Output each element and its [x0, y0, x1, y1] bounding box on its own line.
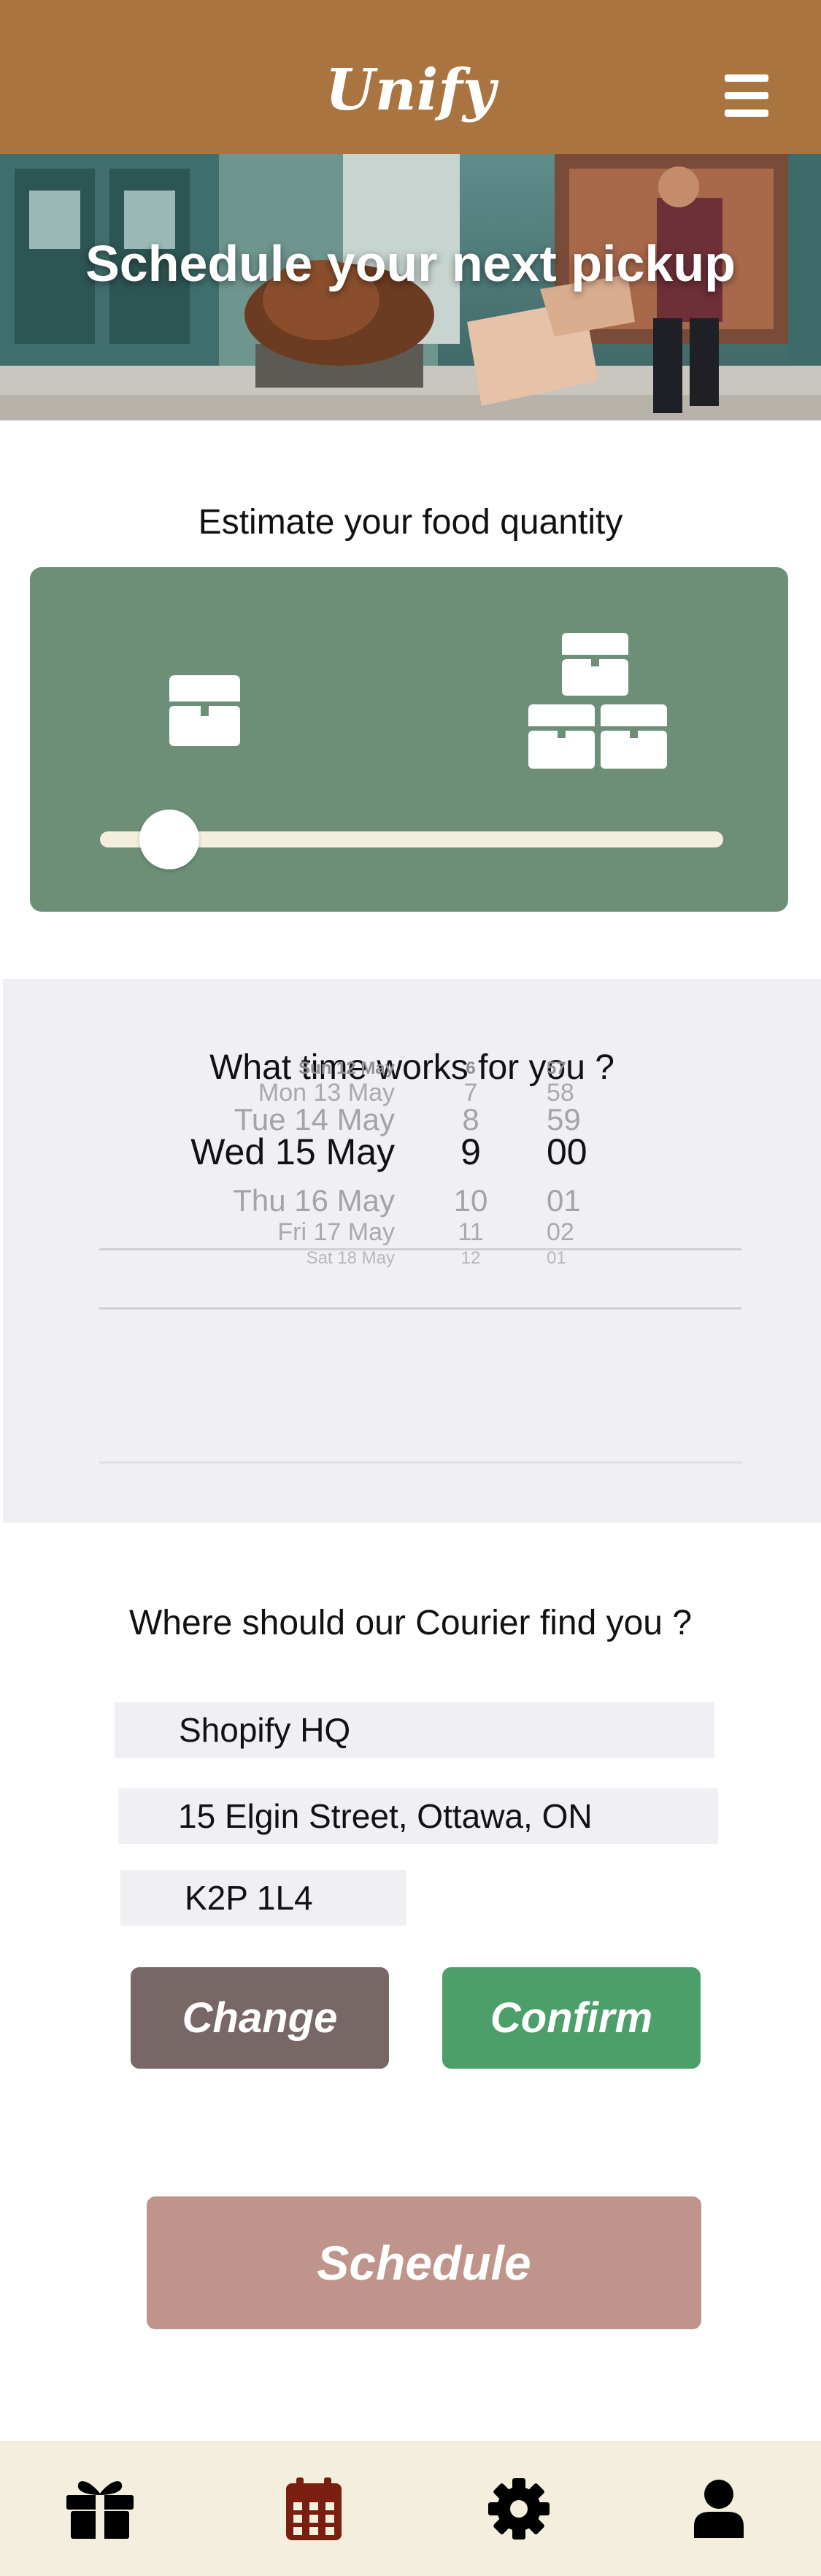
- bottom-tab-bar: [0, 2441, 821, 2576]
- hero-banner: Schedule your next pickup: [0, 154, 821, 420]
- gear-icon: [488, 2477, 550, 2540]
- picker-minute-6[interactable]: 01: [547, 1248, 634, 1269]
- app-header: Unify: [0, 0, 821, 154]
- address-street-field[interactable]: 15 Elgin Street, Ottawa, ON: [118, 1788, 718, 1844]
- picker-bottom-border: [99, 1461, 741, 1464]
- picker-hour-5[interactable]: 11: [423, 1218, 518, 1247]
- hamburger-menu-icon[interactable]: [725, 74, 768, 117]
- confirm-button[interactable]: Confirm: [442, 1967, 701, 2069]
- tab-settings[interactable]: [471, 2441, 566, 2576]
- multiple-boxes-icon: [528, 633, 667, 769]
- picker-hour-0[interactable]: 6: [423, 1058, 518, 1079]
- picker-minute-0[interactable]: 57: [547, 1058, 634, 1079]
- gift-icon: [66, 2480, 134, 2539]
- app-logo: Unify: [325, 57, 496, 123]
- address-title: Where should our Courier find you ?: [128, 1604, 693, 1642]
- picker-minute-3[interactable]: 00: [547, 1131, 634, 1173]
- picker-minute-5[interactable]: 02: [547, 1218, 634, 1247]
- hero-title: Schedule your next pickup: [85, 235, 736, 292]
- picker-date-0[interactable]: Sun 12 May: [134, 1058, 395, 1079]
- calendar-icon: [286, 2477, 342, 2540]
- user-icon: [694, 2479, 744, 2538]
- picker-date-3[interactable]: Wed 15 May: [134, 1131, 395, 1173]
- picker-date-6[interactable]: Sat 18 May: [134, 1248, 395, 1269]
- tab-gifts[interactable]: [53, 2441, 147, 2576]
- picker-date-5[interactable]: Fri 17 May: [134, 1218, 395, 1247]
- quantity-card: [30, 567, 788, 912]
- quantity-slider-thumb[interactable]: [139, 810, 200, 869]
- schedule-button[interactable]: Schedule: [147, 2196, 701, 2329]
- single-box-icon: [169, 675, 240, 746]
- picker-hour-6[interactable]: 12: [423, 1248, 518, 1269]
- quantity-title: Estimate your food quantity: [198, 503, 623, 542]
- time-title: What time works for you ?: [209, 1048, 614, 1087]
- address-name-field[interactable]: Shopify HQ: [115, 1702, 714, 1758]
- tab-calendar[interactable]: [266, 2441, 361, 2576]
- picker-hour-4[interactable]: 10: [423, 1183, 518, 1218]
- address-postal-field[interactable]: K2P 1L4: [120, 1870, 406, 1926]
- tab-profile[interactable]: [671, 2441, 766, 2576]
- picker-hour-3[interactable]: 9: [423, 1131, 518, 1173]
- picker-selection-bottom: [99, 1307, 741, 1310]
- time-panel: What time works for you ? Sun 12 May 6 57 M…: [3, 979, 821, 1523]
- change-button[interactable]: Change: [131, 1967, 389, 2069]
- picker-date-4[interactable]: Thu 16 May: [134, 1183, 395, 1218]
- picker-minute-4[interactable]: 01: [547, 1183, 634, 1218]
